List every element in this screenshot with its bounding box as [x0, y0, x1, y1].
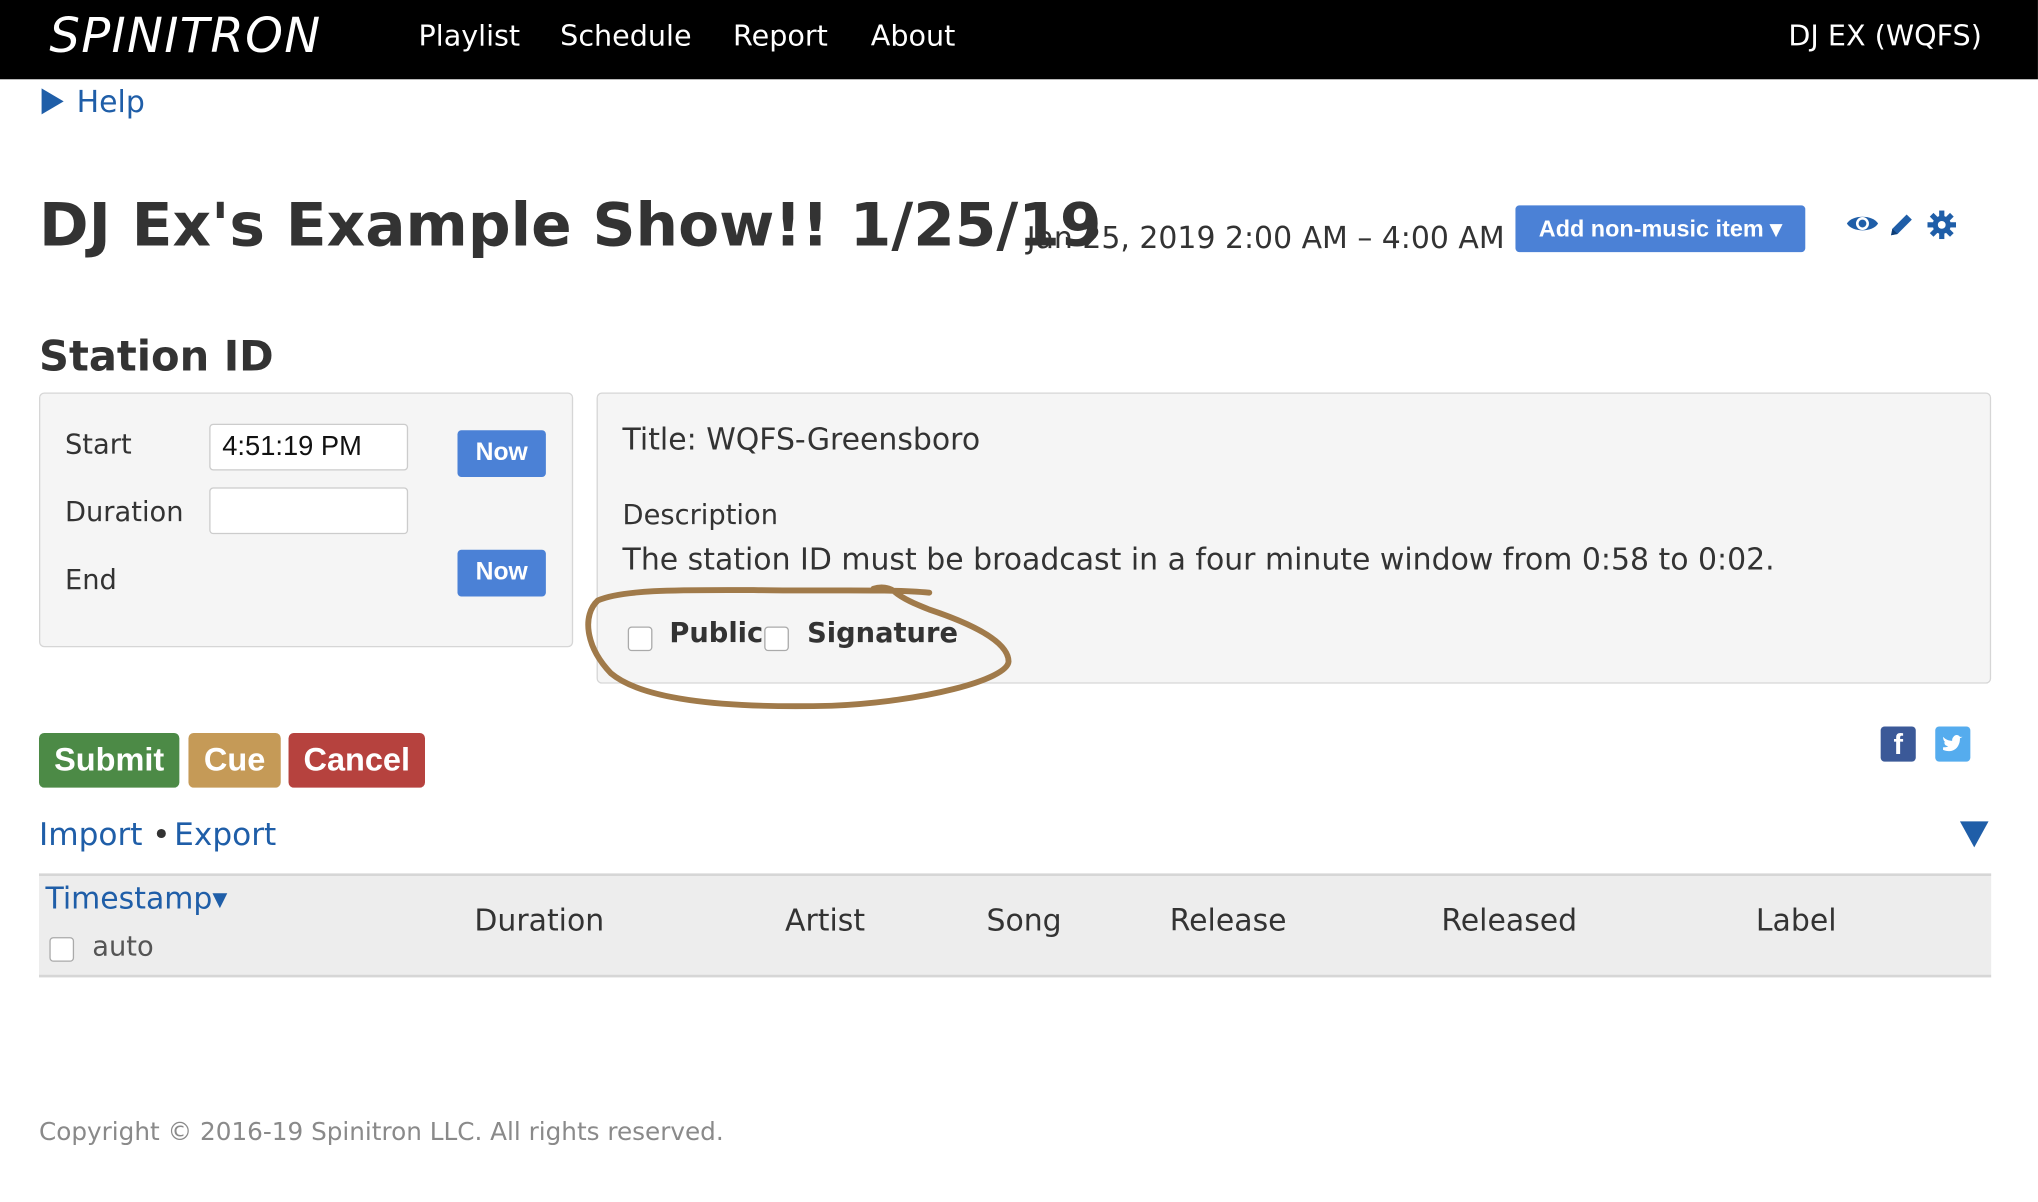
start-time-input[interactable]: 4:51:19 PM: [209, 423, 409, 471]
copyright-footer: Copyright © 2016-19 Spinitron LLC. All r…: [38, 1117, 724, 1147]
help-toggle[interactable]: Help: [41, 85, 145, 120]
end-label: End: [64, 564, 117, 596]
column-release: Release: [1169, 904, 1287, 939]
submit-button[interactable]: Submit: [38, 733, 180, 788]
pencil-icon[interactable]: [1887, 211, 1916, 247]
show-time-range: Jan 25, 2019 2:00 AM – 4:00 AM: [1026, 222, 1505, 257]
section-title: Station ID: [38, 331, 274, 381]
collapse-triangle-icon[interactable]: [1959, 821, 1989, 848]
cue-button[interactable]: Cue: [188, 733, 281, 788]
brand-logo[interactable]: SPINITRON: [49, 8, 321, 64]
export-link[interactable]: Export: [174, 816, 276, 852]
start-label: Start: [64, 428, 132, 461]
column-song: Song: [986, 904, 1062, 939]
twitter-icon[interactable]: [1935, 726, 1971, 762]
nav-about[interactable]: About: [871, 21, 956, 53]
duration-label: Duration: [64, 496, 184, 528]
cancel-button[interactable]: Cancel: [288, 733, 426, 788]
link-separator: •: [152, 816, 171, 853]
column-duration: Duration: [474, 904, 605, 939]
page-title: DJ Ex's Example Show!! 1/25/19: [38, 189, 1102, 260]
nav-schedule[interactable]: Schedule: [560, 21, 691, 53]
top-navbar: SPINITRON Playlist Schedule Report About…: [0, 0, 2038, 80]
nav-playlist[interactable]: Playlist: [419, 21, 521, 53]
description-text: The station ID must be broadcast in a fo…: [622, 543, 1775, 578]
column-artist: Artist: [785, 904, 866, 939]
help-label: Help: [76, 85, 145, 120]
description-label: Description: [622, 499, 779, 531]
start-now-button[interactable]: Now: [457, 430, 546, 477]
timestamp-sort-header[interactable]: Timestamp▾: [45, 882, 227, 916]
auto-label: auto: [92, 930, 154, 962]
title-value: WQFS-Greensboro: [706, 423, 981, 458]
nav-report[interactable]: Report: [733, 21, 828, 53]
end-now-button[interactable]: Now: [457, 549, 546, 597]
title-label: Title:: [622, 423, 697, 458]
column-label: Label: [1755, 904, 1837, 939]
station-id-title: Title: WQFS-Greensboro: [623, 424, 981, 458]
annotation-circle: [585, 584, 1012, 710]
auto-checkbox[interactable]: [49, 937, 75, 962]
facebook-icon[interactable]: f: [1880, 726, 1916, 762]
column-released: Released: [1441, 904, 1578, 939]
import-link[interactable]: Import: [39, 816, 143, 852]
duration-input[interactable]: [209, 487, 409, 535]
gear-icon[interactable]: [1927, 210, 1957, 247]
user-menu[interactable]: DJ EX (WQFS): [1788, 21, 1981, 53]
add-non-music-item-button[interactable]: Add non-music item ▾: [1515, 205, 1806, 253]
eye-icon[interactable]: [1846, 211, 1880, 245]
expand-triangle-icon: [41, 88, 64, 115]
